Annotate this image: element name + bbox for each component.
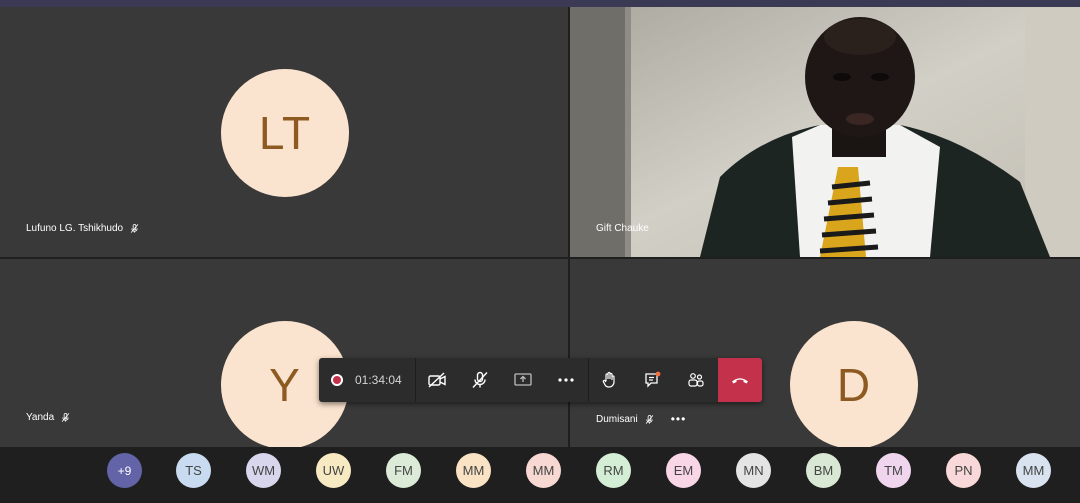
share-screen-button[interactable] [502, 358, 545, 402]
roster-avatar[interactable]: BM [806, 453, 841, 488]
roster-avatar[interactable]: MM [526, 453, 561, 488]
chat-button[interactable] [632, 358, 675, 402]
roster-avatar[interactable]: RM [596, 453, 631, 488]
mic-off-icon [130, 223, 139, 233]
participant-tile-lufuno[interactable]: LT Lufuno LG. Tshikhudo [0, 7, 568, 257]
roster-avatar[interactable]: MN [736, 453, 771, 488]
raise-hand-icon [602, 371, 615, 388]
roster-avatar[interactable]: WM [246, 453, 281, 488]
participant-tile-gift-chauke[interactable]: Gift Chauke [570, 7, 1080, 257]
roster-avatar[interactable]: MM [456, 453, 491, 488]
title-bar-strip [0, 0, 1080, 7]
mic-toggle-button[interactable] [459, 358, 502, 402]
participant-roster: +9 TS WM UW FM MM MM RM EM MN BM TM PN M… [0, 452, 1080, 488]
hang-up-button[interactable] [717, 358, 762, 402]
roster-avatar[interactable]: PN [946, 453, 981, 488]
roster-avatar[interactable]: FM [386, 453, 421, 488]
participants-icon [688, 373, 704, 387]
meeting-toolbar: 01:34:04 [319, 358, 762, 402]
recording-indicator [331, 374, 343, 386]
raise-hand-button[interactable] [589, 358, 632, 402]
participant-tile-dumisani[interactable]: D Dumisani ••• [570, 259, 1080, 447]
roster-avatar[interactable]: EM [666, 453, 701, 488]
roster-avatar[interactable]: TM [876, 453, 911, 488]
more-icon [558, 378, 574, 382]
participant-name: Lufuno LG. Tshikhudo [26, 223, 140, 234]
roster-avatar[interactable]: UW [316, 453, 351, 488]
avatar: LT [221, 69, 349, 197]
hang-up-icon [731, 378, 748, 384]
camera-toggle-button[interactable] [416, 358, 459, 402]
participant-name-label: Yanda [26, 412, 55, 423]
video-feed [570, 7, 1080, 257]
participant-name-label: Gift Chauke [596, 223, 649, 234]
interaction-controls [589, 358, 718, 402]
participant-more-button[interactable]: ••• [671, 412, 687, 426]
participant-name-label: Lufuno LG. Tshikhudo [26, 223, 124, 234]
participant-name-label: Dumisani [596, 413, 638, 425]
chat-icon [645, 371, 661, 388]
mic-off-icon [472, 371, 488, 388]
participant-tile-yanda[interactable]: Y Yanda [0, 259, 568, 447]
roster-avatar[interactable]: TS [176, 453, 211, 488]
participants-button[interactable] [675, 358, 718, 402]
roster-overflow-button[interactable]: +9 [107, 453, 142, 488]
camera-off-icon [428, 372, 446, 388]
media-controls [416, 358, 588, 402]
participant-name: Gift Chauke [596, 223, 649, 234]
mic-off-icon [645, 414, 653, 424]
mic-off-icon [61, 412, 70, 422]
participant-name: Dumisani ••• [596, 412, 686, 426]
avatar: D [790, 321, 918, 447]
roster-avatar[interactable]: MM [1016, 453, 1051, 488]
meeting-timer: 01:34:04 [355, 373, 402, 387]
participant-name: Yanda [26, 412, 71, 423]
more-actions-button[interactable] [545, 358, 588, 402]
recording-group: 01:34:04 [319, 358, 415, 402]
share-screen-icon [514, 373, 532, 386]
